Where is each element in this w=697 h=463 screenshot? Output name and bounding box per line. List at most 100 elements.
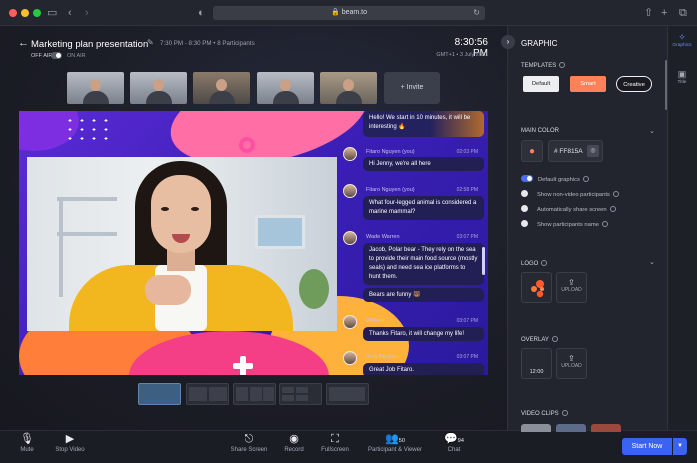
layout-option[interactable] <box>186 383 229 405</box>
share-icon[interactable]: ⇧ <box>644 6 653 20</box>
invite-button[interactable]: + Invite <box>384 72 440 104</box>
main-color-label: MAIN COLOR <box>521 128 560 134</box>
chevron-down-icon[interactable]: ⌄ <box>649 127 655 135</box>
upload-logo-button[interactable]: ⇪ UPLOAD <box>556 272 587 303</box>
ring-decoration <box>239 137 255 153</box>
title-icon: ▣ <box>677 69 687 79</box>
video-clip-thumbnail[interactable] <box>556 424 586 432</box>
back-icon[interactable]: ‹ <box>68 6 72 20</box>
chat-button[interactable]: 💬94 Chat <box>441 433 467 453</box>
chat-scrollbar[interactable] <box>482 247 485 275</box>
avatar <box>343 351 357 365</box>
upload-overlay-button[interactable]: ⇪ UPLOAD <box>556 348 587 379</box>
graphics-icon: ✧ <box>678 32 686 42</box>
chat-author: Jock Nguyen <box>366 354 398 360</box>
chat-time: 02:58 PM <box>456 187 478 193</box>
sidebar-icon[interactable]: ▭ <box>47 6 57 20</box>
video-clips-label: VIDEO CLIPS <box>521 410 568 417</box>
radio-button[interactable] <box>521 220 528 227</box>
chat-time: 03:07 PM <box>456 234 478 240</box>
maximize-window-button[interactable] <box>33 9 41 17</box>
option-show-names[interactable]: Show participants name <box>521 220 608 228</box>
minimize-window-button[interactable] <box>21 9 29 17</box>
video-clip-thumbnail[interactable] <box>591 424 621 432</box>
overlay-preview[interactable]: 12:00 <box>521 348 552 379</box>
participants-button[interactable]: 👥50 Participant & Viewer <box>363 433 427 453</box>
back-arrow-icon[interactable]: ← <box>18 37 29 49</box>
participants-count: 50 <box>398 438 405 444</box>
participant-thumbnail[interactable] <box>320 72 377 104</box>
logo-icon <box>531 280 544 298</box>
eyedropper-icon[interactable]: ◎ <box>587 145 599 157</box>
close-window-button[interactable] <box>9 9 17 17</box>
off-air-label: OFF AIR <box>31 53 53 59</box>
participant-thumbnail[interactable] <box>257 72 314 104</box>
address-bar[interactable]: 🔒 beam.to ↻ <box>213 6 485 20</box>
layout-option[interactable] <box>233 383 276 405</box>
chat-author: Fitaro Nguyen (you) <box>366 149 415 155</box>
template-smart[interactable]: Smart <box>570 76 606 92</box>
option-auto-share[interactable]: Automatically share screen <box>521 205 616 213</box>
record-label: Record <box>284 447 304 453</box>
layout-option[interactable] <box>279 383 322 405</box>
video-clip-thumbnail[interactable] <box>521 424 551 432</box>
new-tab-icon[interactable]: + <box>661 6 667 20</box>
fullscreen-button[interactable]: ⛶ Fullscreen <box>318 433 352 453</box>
panel-title: GRAPHIC <box>521 39 558 48</box>
avatar <box>343 147 357 161</box>
forward-icon[interactable]: › <box>85 6 89 20</box>
clock-date: GMT+1 • 3 July 2021 <box>436 52 488 58</box>
upload-icon: ⇪ <box>568 278 575 287</box>
info-icon <box>609 206 616 212</box>
participant-thumbnail[interactable] <box>193 72 250 104</box>
tabs-icon[interactable]: ⧉ <box>679 6 687 20</box>
participant-thumbnail[interactable] <box>130 72 187 104</box>
main-video-feed[interactable] <box>27 157 337 331</box>
info-icon <box>559 62 566 68</box>
collapse-panel-button[interactable]: › <box>501 35 515 49</box>
chat-time: 03:07 PM <box>456 318 478 324</box>
chat-author: William <box>366 318 384 324</box>
layout-option[interactable] <box>326 383 369 405</box>
option-show-non-video[interactable]: Show non-video participants <box>521 190 619 198</box>
radio-button[interactable] <box>521 190 528 197</box>
chat-author: Fitaro Nguyen (you) <box>366 187 415 193</box>
edit-title-icon[interactable]: ✎ <box>147 38 154 47</box>
chat-bubble: Great Job Fitaro. <box>363 363 484 375</box>
mute-label: Mute <box>20 447 34 453</box>
info-icon <box>612 191 619 197</box>
share-screen-icon: ⎋ <box>244 433 254 445</box>
chat-bubble: Jacob, Polar bear - They rely on the sea… <box>363 243 484 285</box>
share-screen-button[interactable]: ⎋ Share Screen <box>228 433 270 453</box>
meeting-title: Marketing plan presentation <box>31 39 149 50</box>
template-default[interactable]: Default <box>523 76 559 92</box>
browser-toolbar: ▭ ‹ › ◐ 🔒 beam.to ↻ ⇧ + ⧉ <box>0 0 697 26</box>
radio-button[interactable] <box>521 205 528 212</box>
color-drop-icon[interactable]: ● <box>521 140 543 162</box>
air-toggle[interactable] <box>51 52 62 59</box>
chat-overlay[interactable]: Hello! We start in 10 minutes, it will b… <box>337 111 488 375</box>
template-creative[interactable]: Creative <box>616 76 652 92</box>
toggle-switch[interactable] <box>521 175 533 182</box>
on-air-label: ON AIR <box>67 53 86 59</box>
hex-value: # FF815A <box>554 148 583 155</box>
chat-bubble: Bears are funny 🐻 <box>363 288 484 302</box>
shield-icon[interactable]: ◐ <box>198 6 205 20</box>
record-button[interactable]: ◉ Record <box>282 433 306 453</box>
layout-option[interactable] <box>138 383 181 405</box>
logo-preview[interactable] <box>521 272 552 303</box>
participant-thumbnail[interactable] <box>67 72 124 104</box>
info-icon <box>582 176 589 182</box>
people-icon: 👥50 <box>385 433 405 445</box>
upload-icon: ⇪ <box>568 354 575 363</box>
chevron-down-icon[interactable]: ▼ <box>673 438 687 455</box>
reload-icon[interactable]: ↻ <box>473 6 480 20</box>
stop-video-button[interactable]: ▶ Stop Video <box>52 433 88 453</box>
chevron-down-icon[interactable]: ⌄ <box>649 258 655 266</box>
rail-graphics[interactable]: ✧ Graphics <box>669 32 695 48</box>
mute-button[interactable]: 🎙 Mute <box>17 433 37 453</box>
stop-video-label: Stop Video <box>55 447 85 453</box>
option-default-graphics[interactable]: Default graphics <box>521 175 589 183</box>
rail-title[interactable]: ▣ Title <box>669 69 695 85</box>
start-now-button[interactable]: Start Now <box>622 438 672 455</box>
